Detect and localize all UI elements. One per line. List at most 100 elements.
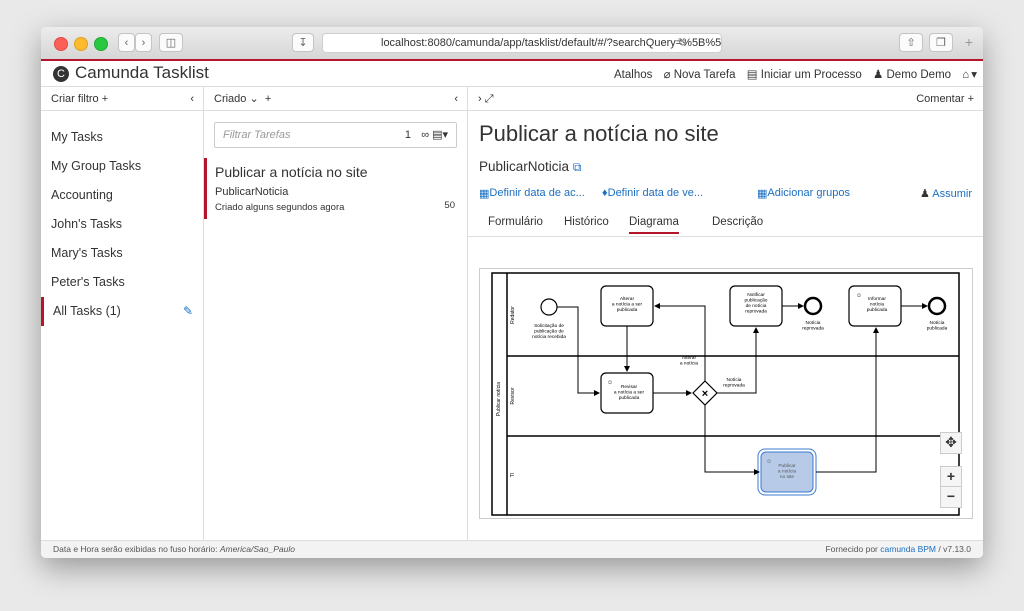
sort-label: Criado	[214, 93, 247, 105]
tasklist-header: Criado ⌄ + ‹	[204, 87, 467, 111]
link-save-icon[interactable]: ∞ ▤▾	[421, 123, 448, 147]
tabs-overview-icon[interactable]: ❐	[929, 33, 953, 52]
filters-pane: Criar filtro + ‹ My Tasks My Group Tasks…	[41, 87, 204, 540]
app-brand[interactable]: C Camunda Tasklist	[53, 63, 209, 83]
close-window-button[interactable]	[54, 37, 68, 51]
lane-label: Redator	[510, 306, 516, 324]
download-icon[interactable]: ↧	[292, 33, 314, 52]
add-groups-button[interactable]: ▦ Adicionar grupos	[757, 187, 850, 200]
user-icon: ♟	[919, 188, 930, 200]
follow-up-label: Definir data de ac...	[489, 187, 585, 199]
task-actions: ▦ Definir data de ac... ♦ Definir data d…	[468, 187, 983, 203]
end-event-publicada[interactable]	[927, 296, 947, 316]
end-event-reprovada[interactable]	[803, 296, 823, 316]
gateway-x-icon: ×	[702, 388, 708, 400]
due-date-button[interactable]: ♦ Definir data de ve...	[602, 187, 703, 199]
powered-text: Fornecido por	[825, 544, 878, 554]
zoom-in-icon[interactable]: +	[940, 466, 962, 488]
filter-label: All Tasks (1)	[53, 304, 121, 318]
reset-zoom-icon[interactable]: ✥	[940, 432, 962, 454]
tab-description[interactable]: Descrição	[712, 216, 763, 228]
vendor-link[interactable]: camunda BPM	[880, 544, 936, 554]
zoom-out-icon[interactable]: −	[940, 486, 962, 508]
filter-item[interactable]: Accounting	[41, 181, 203, 210]
version-text: / v7.13.0	[938, 544, 971, 554]
sort-dropdown[interactable]: Criado ⌄ +	[214, 93, 271, 105]
claim-button[interactable]: ♟ Assumir	[920, 187, 972, 200]
task-search-input[interactable]: Filtrar Tarefas 1 ∞ ▤▾	[214, 122, 457, 148]
powered-by: Fornecido por camunda BPM / v7.13.0	[825, 541, 971, 558]
task-detail-process[interactable]: PublicarNoticia ⧉	[479, 159, 983, 175]
comment-button[interactable]: Comentar +	[916, 87, 974, 111]
filter-item-all-tasks[interactable]: All Tasks (1) ✎	[41, 297, 203, 326]
filter-item[interactable]: My Group Tasks	[41, 152, 203, 181]
back-button[interactable]: ‹	[118, 33, 135, 52]
detail-header: › ⤢ Comentar +	[468, 87, 983, 111]
browser-window: ‹ › ◫ ↧ localhost:8080/camunda/app/taskl…	[41, 27, 983, 558]
lane-label: TI	[510, 473, 516, 477]
task-item[interactable]: Publicar a notícia no site PublicarNotic…	[204, 158, 467, 219]
sequence-flow	[654, 303, 706, 381]
collapse-list-icon[interactable]: ‹	[454, 87, 458, 111]
url-text: localhost:8080/camunda/app/tasklist/defa…	[381, 37, 722, 49]
share-icon[interactable]: ⇧	[899, 33, 923, 52]
create-filter-button[interactable]: Criar filtro +	[51, 93, 108, 105]
maximize-window-button[interactable]	[94, 37, 108, 51]
pool-label: Publicar notícia	[496, 382, 502, 416]
shortcuts-link[interactable]: Atalhos	[614, 69, 652, 81]
task-process: PublicarNoticia	[215, 186, 289, 198]
user-menu[interactable]: ♟ Demo Demo	[873, 69, 951, 81]
flow-label-reprovada: Notícia reprovada	[723, 377, 745, 389]
timezone-note: Data e Hora serão exibidas no fuso horár…	[53, 541, 295, 558]
start-process-link[interactable]: ▤ Iniciar um Processo	[747, 69, 862, 81]
new-task-link[interactable]: ⌀ Nova Tarefa	[664, 69, 736, 81]
filter-item[interactable]: Peter's Tasks	[41, 268, 203, 297]
minimize-window-button[interactable]	[74, 37, 88, 51]
edit-pencil-icon[interactable]: ✎	[183, 297, 193, 326]
tab-history[interactable]: Histórico	[564, 216, 609, 228]
user-icon: ♟	[872, 69, 884, 81]
task-priority: 50	[444, 200, 455, 211]
start-event-label: Solicitação de publicação de notícia receb…	[532, 323, 566, 340]
expand-icon[interactable]: › ⤢	[478, 93, 494, 105]
process-name: PublicarNoticia	[479, 159, 570, 174]
tab-form[interactable]: Formulário	[488, 216, 543, 228]
detail-tabs: Formulário Histórico Diagrama Descrição	[468, 214, 983, 237]
end-event-label: Notícia reprovada	[802, 320, 824, 332]
lane-label: Revisor	[510, 387, 516, 404]
filter-item[interactable]: My Tasks	[41, 123, 203, 152]
search-placeholder: Filtrar Tarefas	[223, 129, 291, 141]
address-bar[interactable]: localhost:8080/camunda/app/tasklist/defa…	[322, 33, 722, 53]
filter-item[interactable]: Mary's Tasks	[41, 239, 203, 268]
app-name: Camunda Tasklist	[75, 63, 209, 82]
add-sort-icon[interactable]: +	[265, 93, 271, 105]
due-label: Definir data de ve...	[607, 187, 704, 199]
follow-up-date-button[interactable]: ▦ Definir data de ac...	[479, 187, 585, 200]
task-created: Criado alguns segundos agora	[215, 202, 345, 213]
sidebar-toggle-icon[interactable]: ◫	[159, 33, 183, 52]
start-event[interactable]	[540, 298, 558, 316]
tab-diagram[interactable]: Diagrama	[629, 216, 679, 234]
user-task-icon: ☺	[766, 459, 772, 465]
footer: Data e Hora serão exibidas no fuso horár…	[41, 540, 983, 558]
new-tab-icon[interactable]: +	[959, 33, 979, 52]
home-menu[interactable]: ⌂ ▾	[962, 69, 977, 81]
task-title: Publicar a notícia no site	[215, 164, 368, 180]
filter-item[interactable]: John's Tasks	[41, 210, 203, 239]
tasklist-pane: Criado ⌄ + ‹ Filtrar Tarefas 1 ∞ ▤▾ Publ…	[204, 87, 468, 540]
forward-button[interactable]: ›	[135, 33, 152, 52]
camunda-logo-icon: C	[53, 66, 69, 82]
reload-icon[interactable]: ↻	[678, 34, 687, 52]
bpmn-diagram[interactable]: Publicar notícia Redator Revisor TI Soli…	[479, 268, 973, 519]
sequence-flow	[557, 306, 600, 396]
user-task-icon: ☺	[856, 293, 862, 299]
external-link-icon[interactable]: ⧉	[573, 160, 582, 174]
task-detail-title: Publicar a notícia no site	[479, 121, 719, 146]
user-name: Demo Demo	[886, 69, 952, 81]
timezone-text: Data e Hora serão exibidas no fuso horár…	[53, 544, 218, 554]
end-event-label: Notícia publicada	[927, 320, 948, 332]
start-process-label: Iniciar um Processo	[760, 69, 862, 81]
sequence-flow	[816, 327, 879, 473]
caret-down-icon: ▾	[971, 69, 977, 81]
collapse-filters-icon[interactable]: ‹	[190, 87, 194, 111]
